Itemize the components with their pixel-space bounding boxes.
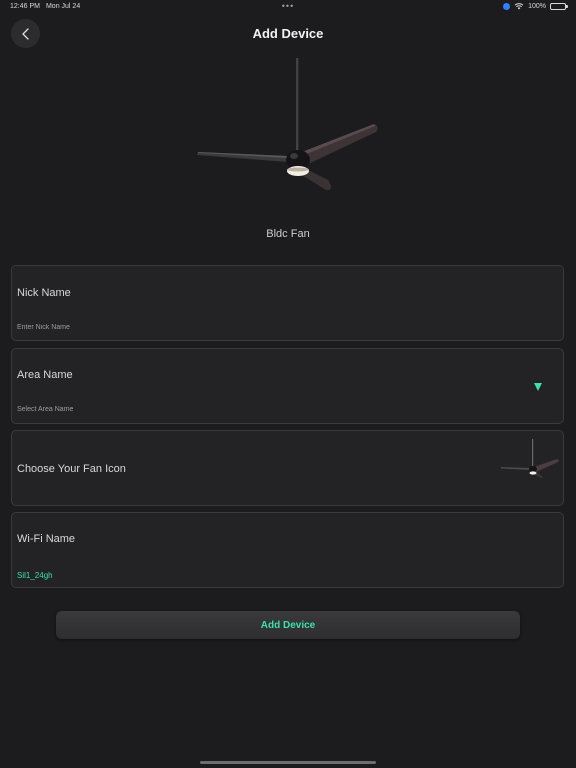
fan-icon-selector[interactable]: Choose Your Fan Icon	[11, 430, 564, 506]
status-left: 12:46 PM Mon Jul 24	[10, 3, 80, 10]
multitask-indicator[interactable]: •••	[282, 1, 294, 11]
battery-icon	[550, 2, 568, 10]
fan-icon-label: Choose Your Fan Icon	[17, 463, 126, 475]
wifi-label: Wi-Fi Name	[17, 533, 76, 545]
area-name-placeholder: Select Area Name	[17, 406, 74, 413]
battery-percent: 100%	[528, 2, 546, 10]
device-type-label: Bldc Fan	[266, 228, 310, 240]
location-icon	[503, 2, 511, 10]
nick-name-label: Nick Name	[17, 287, 71, 299]
nick-name-field[interactable]: Nick Name	[11, 265, 564, 341]
status-right: 100%	[503, 2, 568, 10]
ceiling-fan-icon	[197, 58, 378, 191]
home-indicator[interactable]	[200, 761, 376, 764]
add-device-screen: 12:46 PM Mon Jul 24 ••• 100% Add Device	[0, 0, 576, 768]
wifi-field[interactable]: Wi-Fi Name Sil1_24gh	[11, 512, 564, 588]
area-name-dropdown[interactable]: Area Name Select Area Name	[11, 348, 564, 424]
wifi-icon	[514, 3, 524, 10]
status-date: Mon Jul 24	[45, 3, 81, 10]
status-bar: 12:46 PM Mon Jul 24 ••• 100%	[0, 0, 576, 14]
wifi-value: Sil1_24gh	[17, 571, 53, 580]
nick-name-input[interactable]	[16, 320, 533, 334]
area-name-label: Area Name	[17, 369, 73, 381]
triangle-down-icon[interactable]	[534, 383, 542, 391]
page-title: Add Device	[252, 26, 324, 41]
status-time: 12:46 PM	[10, 3, 40, 10]
add-device-button[interactable]: Add Device	[56, 611, 520, 639]
ceiling-fan-icon[interactable]	[499, 437, 561, 481]
